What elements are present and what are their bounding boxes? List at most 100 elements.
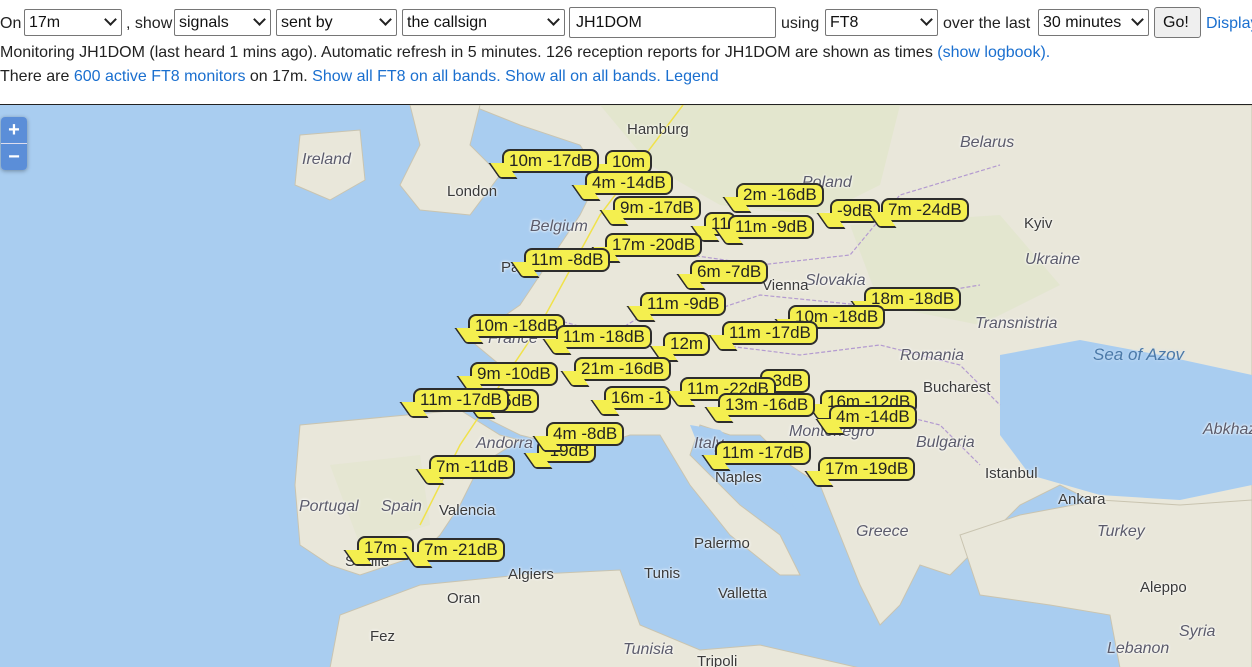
report-bubble[interactable]: 9m -10dB (456, 362, 558, 392)
report-bubble[interactable]: 6m -7dB (676, 260, 769, 290)
show-label: , show (126, 15, 173, 32)
place-label: Istanbul (985, 465, 1038, 482)
place-label: Lebanon (1107, 640, 1170, 657)
place-label: Spain (381, 498, 422, 515)
all-bands-link[interactable]: Show all FT8 on all bands. (312, 68, 501, 85)
protocol-value: FT8 (830, 14, 859, 31)
callsign-value: JH1DOM (576, 14, 642, 31)
zoom-out-button[interactable]: − (1, 143, 27, 170)
report-bubble[interactable]: 11m -9dB (626, 292, 727, 322)
using-label: using (781, 15, 820, 32)
report-bubble[interactable]: 11m -17dB (701, 441, 811, 471)
report-bubble[interactable]: 16m -1 (590, 386, 671, 416)
place-label: Turkey (1097, 523, 1145, 540)
place-label: Tunisia (623, 641, 674, 658)
report-bubble[interactable]: 10m -18dB (454, 314, 566, 344)
place-label: Portugal (299, 498, 359, 515)
status-text: Monitoring JH1DOM (last heard 1 mins ago… (0, 44, 933, 61)
chevron-down-icon (920, 13, 933, 26)
place-label: Belarus (960, 134, 1015, 151)
place-label: Belgium (530, 218, 588, 235)
mode-filter-value: signals (179, 14, 229, 31)
show-logbook-link[interactable]: (show logbook). (937, 44, 1050, 61)
place-label: Andorra (476, 435, 533, 452)
monitors-prefix: There are (0, 68, 70, 85)
target-value: the callsign (407, 14, 488, 31)
place-label: Hamburg (627, 121, 689, 138)
zoom-in-button[interactable]: + (1, 117, 27, 143)
go-button[interactable]: Go! (1154, 7, 1201, 38)
place-label: Bulgaria (916, 434, 975, 451)
place-label: Sea of Azov (1093, 345, 1185, 364)
direction-value: sent by (281, 14, 333, 31)
report-bubble[interactable]: 11m -9dB (714, 215, 815, 245)
report-bubble[interactable]: 4m -14dB (815, 405, 917, 435)
place-label: Naples (715, 469, 762, 486)
place-label: London (447, 183, 498, 200)
report-bubble[interactable]: 17m -20dB (591, 233, 703, 263)
place-label: Slovakia (805, 272, 866, 289)
period-value: 30 minutes (1043, 14, 1122, 31)
chevron-down-icon (104, 13, 117, 26)
place-label: Oran (447, 590, 481, 607)
band-select[interactable]: 17m (24, 9, 122, 36)
place-label: Aleppo (1140, 579, 1187, 596)
place-label: Romania (900, 347, 965, 364)
over-label: over the last (943, 15, 1031, 32)
chevron-down-icon (547, 13, 560, 26)
status-line-1: Monitoring JH1DOM (last heard 1 mins ago… (0, 43, 1050, 63)
place-label: Bucharest (923, 379, 991, 396)
report-bubble[interactable]: 7m -24dB (867, 198, 969, 228)
band-select-value: 17m (29, 14, 61, 31)
place-label: Ukraine (1025, 251, 1081, 268)
report-bubble[interactable]: 10m -17dB (488, 149, 600, 179)
reception-map[interactable]: Hamburg Ireland London Belgium Pa Belaru… (0, 104, 1252, 667)
mode-filter-select[interactable]: signals (174, 9, 271, 36)
monitors-mid: on 17m. (249, 68, 308, 85)
report-bubble[interactable]: 4m -8dB (532, 422, 625, 452)
place-label: Fez (370, 628, 396, 645)
place-label: Kyiv (1024, 215, 1053, 232)
query-toolbar: On 17m , show signals sent by the callsi… (0, 7, 1252, 41)
report-bubble[interactable]: 13m -16dB (704, 393, 816, 423)
report-bubble[interactable]: 11m -17dB (399, 388, 509, 418)
report-bubble[interactable]: 21m -16dB (560, 357, 672, 387)
place-label: Greece (856, 523, 909, 540)
place-label: Valencia (439, 502, 496, 519)
report-bubble[interactable]: 12m (649, 332, 711, 362)
direction-select[interactable]: sent by (276, 9, 397, 36)
place-label: Vienna (762, 277, 809, 294)
period-select[interactable]: 30 minutes (1038, 9, 1149, 36)
place-label: Palermo (694, 535, 750, 552)
report-bubble[interactable]: 9m -17dB (599, 196, 701, 226)
display-link[interactable]: Display (1206, 15, 1252, 33)
report-bubble[interactable]: 2m -16dB (722, 183, 824, 213)
place-label: Tripoli (697, 653, 738, 667)
report-bubble[interactable]: 11m -17dB (708, 321, 818, 351)
chevron-down-icon (1131, 13, 1144, 26)
target-select[interactable]: the callsign (402, 9, 565, 36)
active-monitors-link[interactable]: 600 active FT8 monitors (74, 68, 246, 85)
legend-link[interactable]: Legend (665, 68, 718, 85)
place-label: Abkhaz (1203, 421, 1252, 438)
all-on-all-bands-link[interactable]: Show all on all bands. (505, 68, 661, 85)
place-label: Valletta (718, 585, 767, 602)
place-label: Tunis (644, 565, 681, 582)
status-line-2: There are 600 active FT8 monitors on 17m… (0, 67, 719, 87)
place-label: Syria (1179, 623, 1216, 640)
on-label: On (0, 15, 22, 32)
callsign-input[interactable]: JH1DOM (569, 7, 776, 38)
chevron-down-icon (379, 13, 392, 26)
place-label: Ankara (1058, 491, 1106, 508)
report-bubble[interactable]: 7m -11dB (415, 455, 516, 485)
chevron-down-icon (253, 13, 266, 26)
zoom-control: + − (1, 117, 27, 170)
report-bubble[interactable]: 17m -19dB (804, 457, 916, 487)
report-bubble[interactable]: 11m -8dB (510, 248, 611, 278)
place-label: Algiers (508, 566, 554, 583)
place-label: Transnistria (975, 315, 1058, 332)
report-bubble[interactable]: 4m -14dB (571, 171, 673, 201)
report-bubble[interactable]: 11m -18dB (542, 325, 652, 355)
report-bubble[interactable]: 7m -21dB (403, 538, 505, 568)
protocol-select[interactable]: FT8 (825, 9, 938, 36)
